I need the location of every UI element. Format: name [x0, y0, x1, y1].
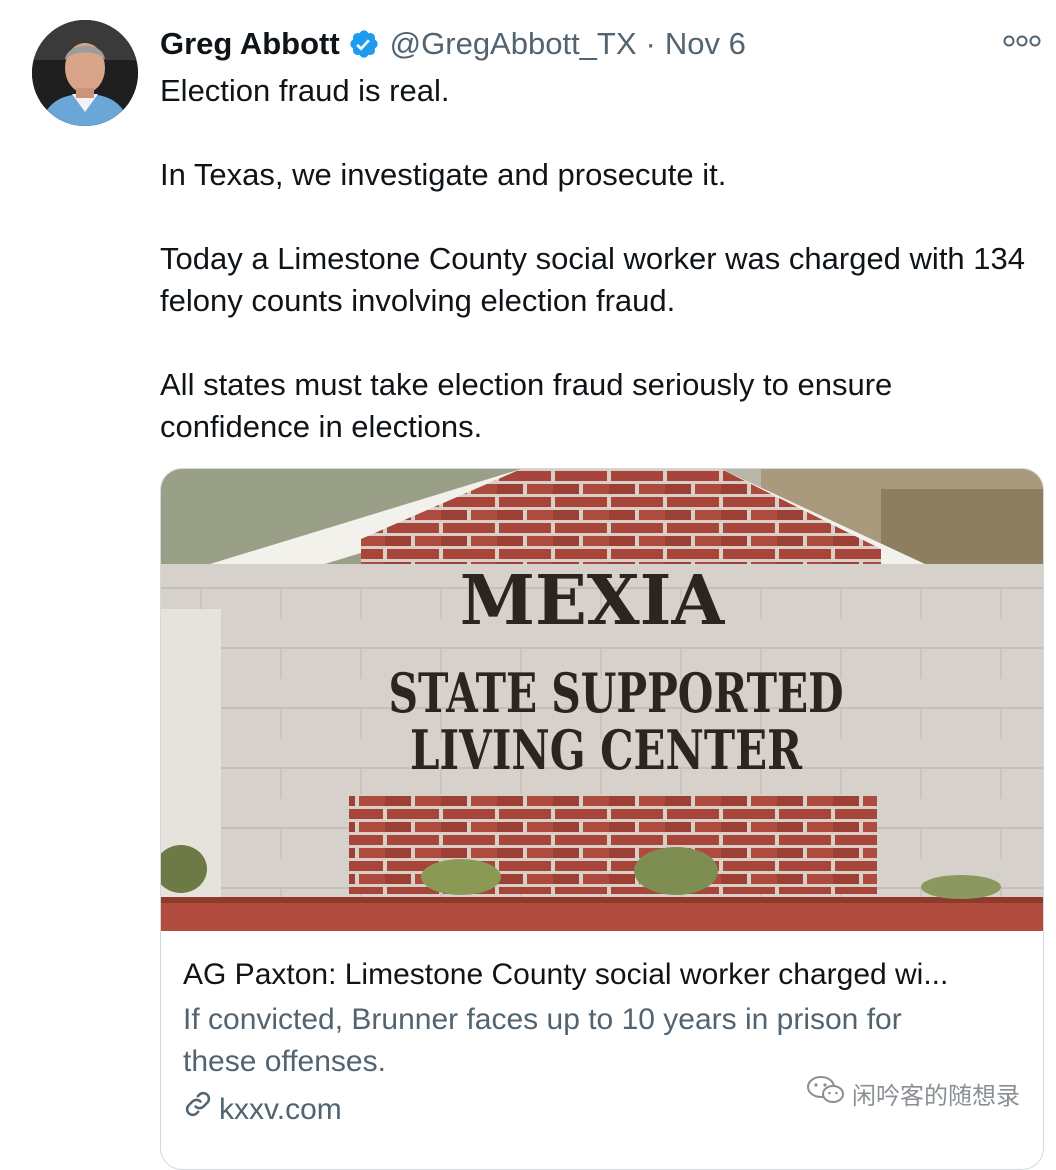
link-icon: [183, 1089, 219, 1130]
watermark-text: 闲吟客的随想录: [852, 1083, 1020, 1110]
avatar[interactable]: [32, 20, 138, 126]
sign-line-living-center: LIVING CENTER: [410, 718, 803, 782]
tweet-header: Greg Abbott @GregAbbott_TX · Nov 6: [160, 22, 746, 66]
card-image[interactable]: MEXIA STATE SUPPORTED LIVING CENTER: [161, 469, 1043, 931]
sign-line-state-supported: STATE SUPPORTED: [389, 661, 844, 725]
more-options-icon[interactable]: [1002, 30, 1042, 52]
tweet-text: Election fraud is real. In Texas, we inv…: [160, 70, 1040, 448]
card-description: If convicted, Brunner faces up to 10 yea…: [183, 1003, 902, 1078]
wechat-icon: [806, 1074, 846, 1113]
link-card[interactable]: MEXIA STATE SUPPORTED LIVING CENTER AG P…: [160, 468, 1044, 1170]
sign-line-mexia: MEXIA: [460, 561, 726, 641]
author-handle[interactable]: @GregAbbott_TX: [390, 22, 637, 66]
header-separator: ·: [645, 26, 656, 61]
tweet-date[interactable]: Nov 6: [665, 22, 746, 66]
watermark: 闲吟客的随想录: [806, 1074, 1020, 1113]
tweet-paragraph: All states must take election fraud seri…: [160, 367, 893, 444]
tweet-paragraph: Election fraud is real.: [160, 73, 450, 108]
author-name[interactable]: Greg Abbott: [160, 22, 340, 66]
card-domain: kxxv.com: [219, 1092, 342, 1126]
avatar-photo: [32, 20, 138, 126]
tweet-paragraph: In Texas, we investigate and prosecute i…: [160, 157, 727, 192]
card-title[interactable]: AG Paxton: Limestone County social worke…: [183, 955, 1021, 995]
verified-badge-icon: [348, 28, 380, 60]
tweet-paragraph: Today a Limestone County social worker w…: [160, 241, 1026, 318]
